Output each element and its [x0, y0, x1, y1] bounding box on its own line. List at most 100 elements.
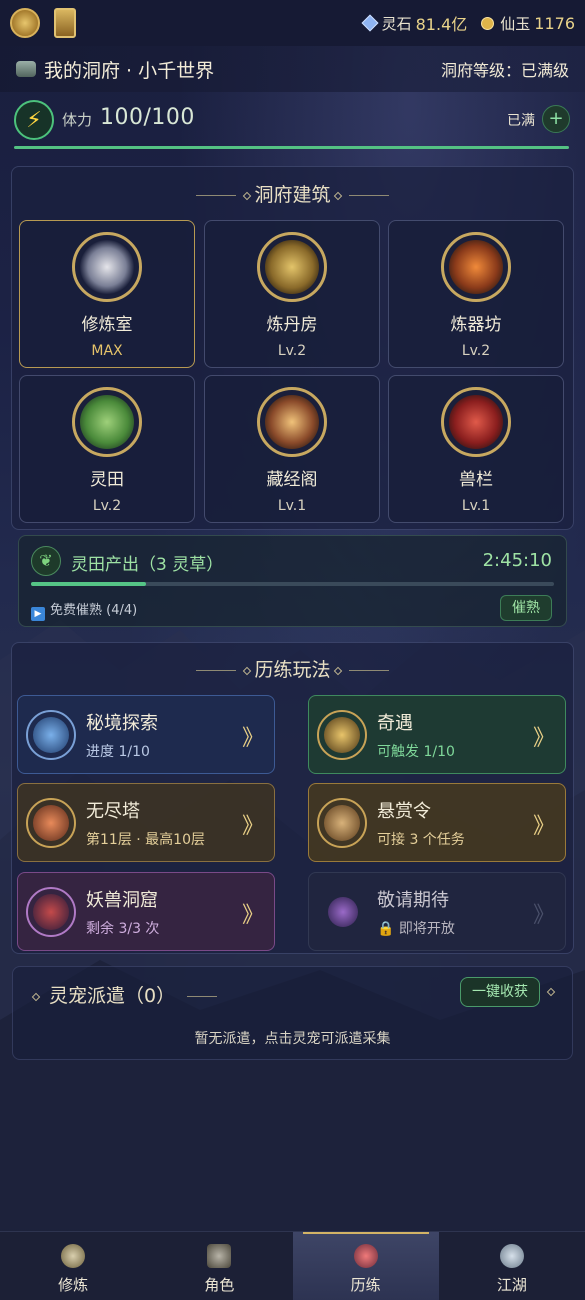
ripen-button[interactable]: 催熟: [500, 595, 552, 621]
crossed-swords-icon: [353, 1244, 378, 1268]
beast-cave-icon: [26, 886, 76, 937]
buildings-section-title: 洞府建筑: [0, 180, 585, 207]
building-name: 兽栏: [459, 470, 493, 490]
building-name: 藏经阁: [266, 470, 318, 490]
stamina-full-text: 已满: [507, 113, 535, 129]
game-card-coming-soon: 敬请期待 🔒 即将开放 》: [308, 872, 566, 951]
game-name: 秘境探索: [86, 712, 158, 734]
anvil-icon: [441, 232, 511, 302]
cauldron-icon: [257, 232, 327, 302]
jade-icon: [481, 16, 495, 30]
field-icon: [72, 387, 142, 457]
chevron-right-icon: 》: [241, 903, 264, 928]
pavilion-icon: [257, 387, 327, 457]
building-level: Lv.2: [92, 498, 122, 514]
jade-value: 1176: [534, 13, 575, 33]
nav-label: 角色: [204, 1276, 235, 1294]
nav-tab-jianghu[interactable]: 江湖: [439, 1232, 585, 1300]
pet-dispatch-title-text: 灵宠派遣（0）: [49, 985, 176, 1007]
free-ripen-label: 免费催熟 (4/4): [50, 603, 138, 618]
farm-progress-track: [31, 582, 554, 586]
nav-tab-character[interactable]: 角色: [146, 1232, 292, 1300]
building-name: 炼丹房: [266, 315, 318, 335]
page-title: 我的洞府 · 小千世界: [44, 59, 215, 82]
play-icon: ▶: [31, 607, 45, 621]
game-name: 悬赏令: [377, 800, 431, 822]
game-card-beast-cave[interactable]: 妖兽洞窟 剩余 3/3 次 》: [17, 872, 275, 951]
bounty-scroll-icon: [317, 797, 367, 848]
free-ripen-text: ▶ 免费催熟 (4/4): [31, 599, 137, 621]
add-stamina-button[interactable]: +: [542, 105, 570, 133]
herb-icon: ❦: [31, 546, 61, 576]
stamina-label: 体力: [62, 111, 93, 129]
building-name: 修炼室: [81, 315, 133, 335]
chevron-right-icon: 》: [532, 903, 555, 928]
chevron-right-icon: 》: [241, 814, 264, 839]
training-title-text: 历练玩法: [254, 659, 331, 681]
currency-display: 灵石 81.4亿 仙玉 1176: [361, 11, 575, 35]
stamina-value: 100/100: [100, 105, 195, 130]
tower-icon: [26, 797, 76, 848]
game-name: 奇遇: [377, 712, 413, 734]
game-status: 🔒 即将开放: [377, 918, 455, 938]
lock-icon: 🔒: [377, 920, 395, 937]
chevron-right-icon: 》: [532, 726, 555, 751]
top-bar: 灵石 81.4亿 仙玉 1176: [0, 0, 585, 46]
stamina-bar: [14, 146, 569, 149]
nav-tab-training[interactable]: 历练: [292, 1232, 439, 1300]
bottom-nav: 修炼 角色 历练 江湖: [0, 1231, 585, 1300]
building-level: Lv.1: [461, 498, 491, 514]
training-section-title: 历练玩法: [0, 655, 585, 682]
collect-all-button[interactable]: 一键收获: [460, 977, 540, 1007]
beast-icon: [441, 387, 511, 457]
jade-label: 仙玉: [500, 14, 531, 33]
spirit-stone-label: 灵石: [381, 14, 412, 33]
secret-realm-icon: [26, 709, 76, 760]
building-name: 炼器坊: [450, 315, 502, 335]
game-status: 进度 1/10: [86, 743, 150, 760]
game-status: 剩余 3/3 次: [86, 920, 160, 937]
game-status-text: 即将开放: [398, 920, 455, 937]
building-card-cultivation-room[interactable]: 修炼室 MAX: [19, 220, 195, 368]
coin-menu-icon[interactable]: [10, 8, 40, 38]
pet-dispatch-title: 灵宠派遣（0）: [31, 981, 217, 1008]
building-level: Lv.2: [461, 343, 491, 359]
building-level: Lv.1: [277, 498, 307, 514]
game-card-secret-realm[interactable]: 秘境探索进度 1/10 》: [17, 695, 275, 774]
divider-ornament: [546, 987, 556, 997]
building-name: 灵田: [90, 470, 124, 490]
empty-dispatch-message: 暂无派遣，点击灵宠可派遣采集: [194, 1031, 391, 1047]
meditation-icon: [72, 232, 142, 302]
cave-header: 我的洞府 · 小千世界 洞府等级：已满级: [0, 46, 585, 92]
game-status: 第11层 · 最高10层: [86, 831, 205, 848]
character-icon: [207, 1244, 232, 1268]
game-card-endless-tower[interactable]: 无尽塔 第11层 · 最高10层 》: [17, 783, 275, 862]
cave-house-icon: [16, 61, 36, 77]
cultivate-icon: [61, 1244, 86, 1268]
pet-dispatch-panel: 灵宠派遣（0） 一键收获 暂无派遣，点击灵宠可派遣采集: [12, 966, 573, 1060]
nav-tab-cultivate[interactable]: 修炼: [0, 1232, 146, 1300]
building-card-library[interactable]: 藏经阁 Lv.1: [204, 375, 380, 523]
game-card-bounty[interactable]: 悬赏令 可接 3 个任务 》: [308, 783, 566, 862]
building-level: MAX: [91, 343, 123, 359]
locked-portal-icon: [323, 892, 363, 932]
scroll-menu-icon[interactable]: [54, 8, 76, 38]
nav-label: 修炼: [58, 1276, 89, 1294]
nav-label: 江湖: [496, 1276, 527, 1294]
globe-icon: [499, 1244, 524, 1268]
building-level: Lv.2: [277, 343, 307, 359]
building-card-forge[interactable]: 炼器坊 Lv.2: [388, 220, 564, 368]
spirit-stone-icon: [361, 14, 379, 32]
building-card-alchemy-room[interactable]: 炼丹房 Lv.2: [204, 220, 380, 368]
farm-progress-fill: [31, 582, 147, 586]
building-card-spirit-field[interactable]: 灵田 Lv.2: [19, 375, 195, 523]
cave-level: 洞府等级：已满级: [440, 61, 569, 80]
adventure-icon: [317, 709, 367, 760]
lightning-icon: ⚡: [14, 100, 54, 140]
chevron-right-icon: 》: [532, 814, 555, 839]
game-card-adventure[interactable]: 奇遇可触发 1/10 》: [308, 695, 566, 774]
chevron-right-icon: 》: [241, 726, 264, 751]
game-status: 可触发 1/10: [377, 743, 455, 760]
farm-output-panel: ❦ 灵田产出（3 灵草） 2:45:10 ▶ 免费催熟 (4/4) 催熟: [18, 535, 567, 627]
building-card-beast-pen[interactable]: 兽栏 Lv.1: [388, 375, 564, 523]
